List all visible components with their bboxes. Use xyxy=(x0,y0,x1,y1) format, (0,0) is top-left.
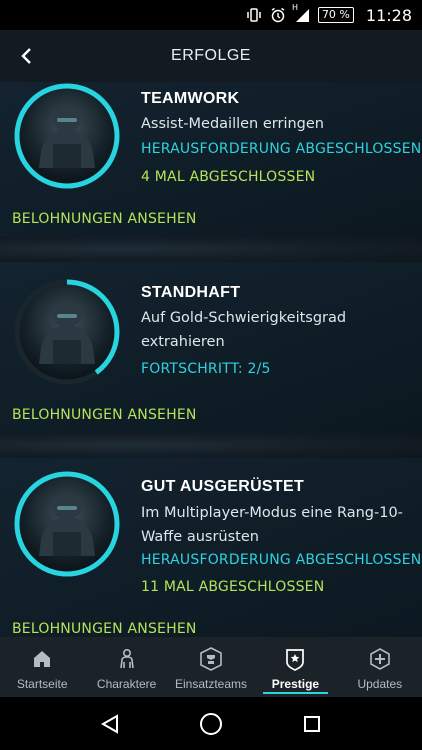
vibrate-icon xyxy=(246,7,262,23)
achievement-title: TEAMWORK xyxy=(141,90,240,107)
view-rewards-link[interactable]: BELOHNUNGEN ANSEHEN xyxy=(12,621,197,637)
signal-icon: H xyxy=(292,3,310,23)
card-separator xyxy=(0,236,422,262)
achievement-medal xyxy=(13,278,121,386)
achievement-progress: FORTSCHRITT: 2/5 xyxy=(141,361,271,377)
card-separator xyxy=(0,432,422,458)
achievements-list[interactable]: TEAMWORK Assist-Medaillen erringen HERAU… xyxy=(0,82,422,637)
nav-item-updates[interactable]: Updates xyxy=(338,637,422,697)
achievement-title: STANDHAFT xyxy=(141,284,241,301)
achievement-description: Im Multiplayer-Modus eine Rang-10-Waffe … xyxy=(141,505,403,545)
achievement-title: GUT AUSGERÜSTET xyxy=(141,478,305,495)
nav-item-einsatzteams[interactable]: Einsatzteams xyxy=(169,637,253,697)
achievement-completed-count: 11 MAL ABGESCHLOSSEN xyxy=(141,579,325,595)
home-icon xyxy=(30,647,54,671)
achievement-description: Auf Gold-Schwierigkeitsgrad extrahieren xyxy=(141,310,347,350)
home-circle-icon[interactable] xyxy=(191,704,231,744)
achievement-completed-count: 4 MAL ABGESCHLOSSEN xyxy=(141,169,316,185)
alarm-icon xyxy=(270,7,286,23)
character-icon xyxy=(115,647,139,671)
battery-icon: 70 % xyxy=(317,7,354,23)
nav-item-prestige[interactable]: Prestige xyxy=(253,637,337,697)
page-title: ERFOLGE xyxy=(171,47,251,64)
updates-icon xyxy=(368,647,392,671)
achievement-medal xyxy=(13,470,121,578)
view-rewards-link[interactable]: BELOHNUNGEN ANSEHEN xyxy=(12,211,197,227)
achievement-card-gut-ausgeruestet: GUT AUSGERÜSTET Im Multiplayer-Modus ein… xyxy=(0,458,422,637)
achievement-status: HERAUSFORDERUNG ABGESCHLOSSEN xyxy=(141,552,422,568)
nav-label: Startseite xyxy=(16,677,68,691)
prestige-icon xyxy=(283,647,307,671)
app-header: ERFOLGE xyxy=(0,30,422,82)
recents-square-icon[interactable] xyxy=(292,704,332,744)
status-bar: H 70 % 11:28 xyxy=(0,0,422,30)
back-triangle-icon[interactable] xyxy=(90,704,130,744)
strike-team-icon xyxy=(199,647,223,671)
achievement-description: Assist-Medaillen erringen xyxy=(141,116,324,132)
bottom-navigation: Startseite Charaktere Einsatzteams Prest… xyxy=(0,637,422,697)
nav-label: Einsatzteams xyxy=(175,677,248,691)
view-rewards-link[interactable]: BELOHNUNGEN ANSEHEN xyxy=(12,407,197,423)
nav-label: Charaktere xyxy=(96,677,157,691)
network-indicator: H xyxy=(291,3,298,12)
nav-label: Updates xyxy=(357,677,403,691)
achievement-status: HERAUSFORDERUNG ABGESCHLOSSEN xyxy=(141,141,422,157)
back-arrow-icon[interactable] xyxy=(12,42,40,70)
nav-label: Prestige xyxy=(271,677,320,691)
achievement-card-teamwork: TEAMWORK Assist-Medaillen erringen HERAU… xyxy=(0,82,422,236)
nav-item-charaktere[interactable]: Charaktere xyxy=(84,637,168,697)
achievement-card-standhaft: STANDHAFT Auf Gold-Schwierigkeitsgrad ex… xyxy=(0,262,422,432)
nav-item-startseite[interactable]: Startseite xyxy=(0,637,84,697)
status-time: 11:28 xyxy=(365,5,412,25)
system-navigation-bar xyxy=(0,697,422,750)
achievement-medal xyxy=(13,82,121,190)
